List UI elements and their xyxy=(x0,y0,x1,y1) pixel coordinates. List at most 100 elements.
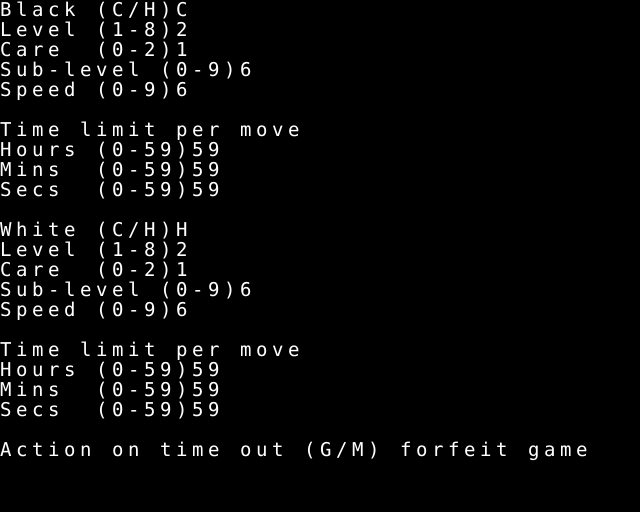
white-care[interactable]: Care (0-2) 1 xyxy=(0,260,640,280)
char-cell: 2 xyxy=(176,239,188,261)
char-cell: H xyxy=(176,219,188,241)
char-cell: ) xyxy=(160,79,172,101)
char-cell: 9 xyxy=(160,139,172,161)
black-level[interactable]: Level (1-8) 2 xyxy=(0,20,640,40)
char-cell: t xyxy=(160,439,172,461)
char-cell: / xyxy=(128,219,140,241)
char-cell xyxy=(80,180,96,200)
char-cell: C xyxy=(0,39,12,61)
char-cell: ( xyxy=(96,239,108,261)
char-cell: 5 xyxy=(144,379,156,401)
char-cell: - xyxy=(128,39,140,61)
char-cell: n xyxy=(80,439,92,461)
char-cell: 2 xyxy=(144,259,156,281)
black-player-type[interactable]: Black (C / H) C xyxy=(0,0,640,20)
char-cell: o xyxy=(16,139,28,161)
char-cell: s xyxy=(64,139,76,161)
char-cell: 9 xyxy=(144,79,156,101)
char-cell: t xyxy=(496,439,508,461)
char-cell xyxy=(224,440,240,460)
char-cell: T xyxy=(0,339,12,361)
char-cell: n xyxy=(32,379,44,401)
black-care[interactable]: Care (0-2) 1 xyxy=(0,40,640,60)
white-secs[interactable]: Secs (0-5 9) 5 9 xyxy=(0,400,640,420)
black-hours[interactable]: Hours (0-5 9) 5 9 xyxy=(0,140,640,160)
char-cell: e xyxy=(48,119,60,141)
char-cell: 9 xyxy=(160,379,172,401)
black-secs[interactable]: Secs (0-5 9) 5 9 xyxy=(0,180,640,200)
char-cell: v xyxy=(272,119,284,141)
white-mins[interactable]: Mins (0-5 9) 5 9 xyxy=(0,380,640,400)
char-cell xyxy=(80,300,96,320)
char-cell: ( xyxy=(96,219,108,241)
white-hours[interactable]: Hours (0-5 9) 5 9 xyxy=(0,360,640,380)
char-cell: - xyxy=(48,279,60,301)
char-cell: e xyxy=(16,399,28,421)
black-mins[interactable]: Mins (0-5 9) 5 9 xyxy=(0,160,640,180)
char-cell: m xyxy=(112,339,124,361)
white-time-heading: Time limit per move xyxy=(0,340,640,360)
char-cell: - xyxy=(128,159,140,181)
black-sub-level[interactable]: Sub-level (0-9) 6 xyxy=(0,60,640,80)
black-speed[interactable]: Speed (0-9) 6 xyxy=(0,80,640,100)
char-cell xyxy=(64,40,80,60)
char-cell: 0 xyxy=(112,399,124,421)
char-cell: e xyxy=(80,279,92,301)
char-cell: ) xyxy=(160,239,172,261)
char-cell: ( xyxy=(96,379,108,401)
char-cell: a xyxy=(32,0,44,21)
char-cell: - xyxy=(128,19,140,41)
char-cell: e xyxy=(288,119,300,141)
char-cell: o xyxy=(256,339,268,361)
char-cell xyxy=(80,400,96,420)
char-cell: ) xyxy=(368,439,380,461)
char-cell: c xyxy=(32,179,44,201)
char-cell: 9 xyxy=(208,379,220,401)
char-cell: S xyxy=(0,399,12,421)
char-cell: i xyxy=(16,159,28,181)
char-cell: s xyxy=(48,379,60,401)
char-cell: 5 xyxy=(192,159,204,181)
char-cell xyxy=(80,240,96,260)
char-cell: m xyxy=(32,339,44,361)
char-cell: S xyxy=(0,179,12,201)
char-cell: s xyxy=(48,399,60,421)
char-cell: 9 xyxy=(160,159,172,181)
char-cell: o xyxy=(416,439,428,461)
char-cell: t xyxy=(32,439,44,461)
char-cell: e xyxy=(192,119,204,141)
char-cell: a xyxy=(544,439,556,461)
char-cell: k xyxy=(64,0,76,21)
white-level[interactable]: Level (1-8) 2 xyxy=(0,240,640,260)
char-cell: 9 xyxy=(208,159,220,181)
char-cell xyxy=(64,160,80,180)
settings-text-body: Black (C / H) C Le v e l (1-8) 2 Ca r e (0-2) 1 Su b - l… xyxy=(0,0,640,512)
white-player-type[interactable]: White (C / H) H xyxy=(0,220,640,240)
char-cell: - xyxy=(128,379,140,401)
char-cell: p xyxy=(16,79,28,101)
char-cell: ) xyxy=(176,179,188,201)
char-cell: - xyxy=(128,139,140,161)
char-cell xyxy=(512,440,528,460)
char-cell: i xyxy=(128,339,140,361)
char-cell: u xyxy=(16,59,28,81)
char-cell: g xyxy=(528,439,540,461)
char-cell: S xyxy=(0,59,12,81)
char-cell: 0 xyxy=(112,159,124,181)
char-cell: e xyxy=(208,439,220,461)
white-speed[interactable]: Speed (0-9) 6 xyxy=(0,300,640,320)
char-cell: 2 xyxy=(144,39,156,61)
char-cell: ) xyxy=(160,259,172,281)
char-cell: ) xyxy=(176,139,188,161)
timeout-action[interactable]: Action on time out (G / M) forfeit game xyxy=(0,440,640,460)
char-cell: e xyxy=(48,259,60,281)
char-cell: b xyxy=(32,279,44,301)
char-cell: 0 xyxy=(112,139,124,161)
white-sub-level[interactable]: Sub-level (0-9) 6 xyxy=(0,280,640,300)
char-cell: o xyxy=(64,439,76,461)
char-cell: 0 xyxy=(176,279,188,301)
char-cell: 5 xyxy=(192,359,204,381)
char-cell: S xyxy=(0,79,12,101)
char-cell: l xyxy=(64,19,76,41)
char-cell: C xyxy=(112,0,124,21)
